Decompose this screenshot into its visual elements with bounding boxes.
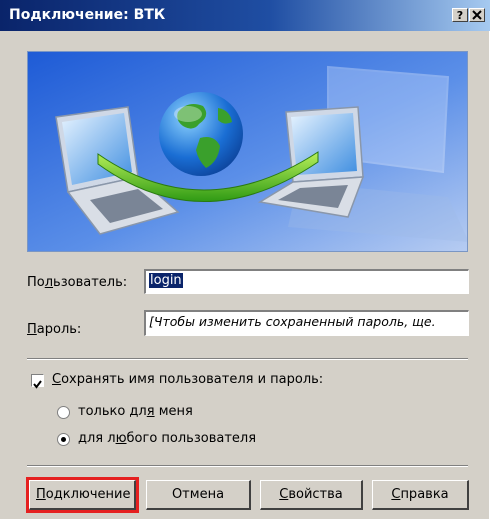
globe-icon [159,92,243,176]
user-field[interactable]: login [144,269,469,294]
radio-selected-dot [61,437,66,442]
properties-button[interactable]: Свойства [260,480,363,510]
cancel-button[interactable]: Отмена [146,480,251,510]
help-dialog-button[interactable]: Справка [372,480,469,510]
connection-dialog: Подключение: ВТК ? Пользователь: login П… [0,0,490,519]
password-value: [Чтобы изменить сохраненный пароль, ще. [149,314,436,329]
password-label: Пароль: [27,322,82,337]
network-banner [27,51,468,252]
title-bar[interactable]: Подключение: ВТК ? [0,0,490,31]
radio-anyone-label[interactable]: для любого пользователя [78,431,256,446]
close-button[interactable] [469,8,485,22]
checkmark-icon [33,380,42,389]
radio-only-me-label[interactable]: только для меня [78,404,193,419]
save-credentials-label[interactable]: Сохранять имя пользователя и пароль: [52,372,323,387]
user-value: login [149,273,183,288]
password-field[interactable]: [Чтобы изменить сохраненный пароль, ще. [144,310,469,336]
help-button[interactable]: ? [452,8,468,22]
radio-only-me[interactable] [57,406,70,419]
connect-button[interactable]: Подключение [26,477,139,513]
separator-bottom [27,465,468,467]
radio-anyone[interactable] [57,433,70,446]
close-icon [472,10,482,20]
save-credentials-checkbox[interactable] [31,374,44,389]
separator-top [27,358,468,360]
window-title: Подключение: ВТК [9,7,166,23]
network-illustration [28,52,467,251]
user-label: Пользователь: [27,275,128,290]
